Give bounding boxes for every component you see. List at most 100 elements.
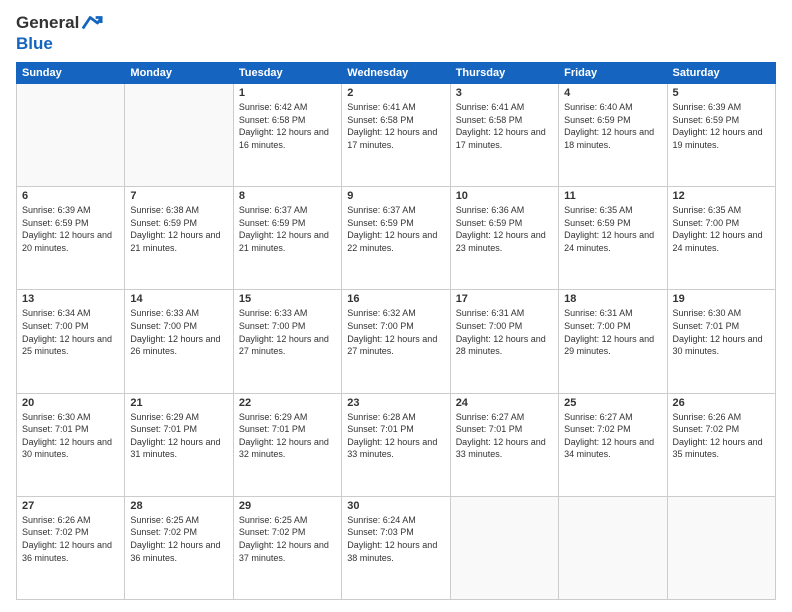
week-row-1: 1 Sunrise: 6:42 AM Sunset: 6:58 PM Daylig… [17, 84, 776, 187]
day-number: 7 [130, 190, 227, 202]
day-number: 15 [239, 293, 336, 305]
day-number: 25 [564, 397, 661, 409]
col-wednesday: Wednesday [342, 63, 450, 84]
day-info: Sunrise: 6:32 AM Sunset: 7:00 PM Dayligh… [347, 307, 444, 357]
day-info: Sunrise: 6:42 AM Sunset: 6:58 PM Dayligh… [239, 101, 336, 151]
day-number: 21 [130, 397, 227, 409]
calendar-cell: 8 Sunrise: 6:37 AM Sunset: 6:59 PM Daylig… [233, 187, 341, 290]
day-number: 11 [564, 190, 661, 202]
week-row-3: 13 Sunrise: 6:34 AM Sunset: 7:00 PM Dayli… [17, 290, 776, 393]
day-info: Sunrise: 6:29 AM Sunset: 7:01 PM Dayligh… [130, 411, 227, 461]
calendar-cell: 16 Sunrise: 6:32 AM Sunset: 7:00 PM Dayli… [342, 290, 450, 393]
calendar-cell: 21 Sunrise: 6:29 AM Sunset: 7:01 PM Dayli… [125, 393, 233, 496]
day-info: Sunrise: 6:31 AM Sunset: 7:00 PM Dayligh… [456, 307, 553, 357]
calendar-table: Sunday Monday Tuesday Wednesday Thursday… [16, 62, 776, 600]
day-number: 28 [130, 500, 227, 512]
day-number: 2 [347, 87, 444, 99]
col-saturday: Saturday [667, 63, 775, 84]
day-number: 13 [22, 293, 119, 305]
calendar-cell [17, 84, 125, 187]
calendar-cell: 14 Sunrise: 6:33 AM Sunset: 7:00 PM Dayli… [125, 290, 233, 393]
day-number: 5 [673, 87, 770, 99]
col-monday: Monday [125, 63, 233, 84]
calendar-cell [559, 496, 667, 599]
logo-blue-text: Blue [16, 34, 103, 54]
day-number: 10 [456, 190, 553, 202]
calendar-cell: 5 Sunrise: 6:39 AM Sunset: 6:59 PM Daylig… [667, 84, 775, 187]
day-info: Sunrise: 6:34 AM Sunset: 7:00 PM Dayligh… [22, 307, 119, 357]
day-number: 6 [22, 190, 119, 202]
day-info: Sunrise: 6:31 AM Sunset: 7:00 PM Dayligh… [564, 307, 661, 357]
day-info: Sunrise: 6:28 AM Sunset: 7:01 PM Dayligh… [347, 411, 444, 461]
day-number: 14 [130, 293, 227, 305]
day-number: 22 [239, 397, 336, 409]
calendar-cell: 20Sunrise: 6:30 AM Sunset: 7:01 PM Dayli… [17, 393, 125, 496]
calendar-cell: 25 Sunrise: 6:27 AM Sunset: 7:02 PM Dayli… [559, 393, 667, 496]
calendar-cell: 3 Sunrise: 6:41 AM Sunset: 6:58 PM Daylig… [450, 84, 558, 187]
page: General Blue Sunday Monday Tuesday Wedne… [0, 0, 792, 612]
day-info: Sunrise: 6:29 AM Sunset: 7:01 PM Dayligh… [239, 411, 336, 461]
calendar-cell: 26 Sunrise: 6:26 AM Sunset: 7:02 PM Dayli… [667, 393, 775, 496]
day-number: 8 [239, 190, 336, 202]
day-info: Sunrise: 6:35 AM Sunset: 6:59 PM Dayligh… [564, 204, 661, 254]
day-info: Sunrise: 6:36 AM Sunset: 6:59 PM Dayligh… [456, 204, 553, 254]
calendar-cell: 6 Sunrise: 6:39 AM Sunset: 6:59 PM Daylig… [17, 187, 125, 290]
day-number: 30 [347, 500, 444, 512]
calendar-cell: 27Sunrise: 6:26 AM Sunset: 7:02 PM Dayli… [17, 496, 125, 599]
calendar-cell: 17 Sunrise: 6:31 AM Sunset: 7:00 PM Dayli… [450, 290, 558, 393]
header-row: Sunday Monday Tuesday Wednesday Thursday… [17, 63, 776, 84]
day-info: Sunrise: 6:37 AM Sunset: 6:59 PM Dayligh… [347, 204, 444, 254]
col-friday: Friday [559, 63, 667, 84]
day-number: 9 [347, 190, 444, 202]
calendar-cell: 22 Sunrise: 6:29 AM Sunset: 7:01 PM Dayli… [233, 393, 341, 496]
logo: General Blue [16, 12, 103, 54]
day-number: 20 [22, 397, 119, 409]
calendar-cell: 11 Sunrise: 6:35 AM Sunset: 6:59 PM Dayli… [559, 187, 667, 290]
day-info: Sunrise: 6:33 AM Sunset: 7:00 PM Dayligh… [130, 307, 227, 357]
day-info: Sunrise: 6:41 AM Sunset: 6:58 PM Dayligh… [456, 101, 553, 151]
calendar-cell: 28Sunrise: 6:25 AM Sunset: 7:02 PM Dayli… [125, 496, 233, 599]
calendar-cell [667, 496, 775, 599]
day-number: 23 [347, 397, 444, 409]
calendar-cell: 1 Sunrise: 6:42 AM Sunset: 6:58 PM Daylig… [233, 84, 341, 187]
calendar-cell [125, 84, 233, 187]
day-info: Sunrise: 6:40 AM Sunset: 6:59 PM Dayligh… [564, 101, 661, 151]
day-info: Sunrise: 6:24 AM Sunset: 7:03 PM Dayligh… [347, 514, 444, 564]
calendar-cell: 24 Sunrise: 6:27 AM Sunset: 7:01 PM Dayli… [450, 393, 558, 496]
day-number: 26 [673, 397, 770, 409]
day-number: 3 [456, 87, 553, 99]
day-number: 29 [239, 500, 336, 512]
calendar-cell: 15 Sunrise: 6:33 AM Sunset: 7:00 PM Dayli… [233, 290, 341, 393]
day-info: Sunrise: 6:37 AM Sunset: 6:59 PM Dayligh… [239, 204, 336, 254]
day-info: Sunrise: 6:39 AM Sunset: 6:59 PM Dayligh… [22, 204, 119, 254]
col-sunday: Sunday [17, 63, 125, 84]
day-number: 18 [564, 293, 661, 305]
day-number: 17 [456, 293, 553, 305]
day-info: Sunrise: 6:41 AM Sunset: 6:58 PM Dayligh… [347, 101, 444, 151]
calendar-cell: 23 Sunrise: 6:28 AM Sunset: 7:01 PM Dayli… [342, 393, 450, 496]
day-number: 12 [673, 190, 770, 202]
week-row-4: 20Sunrise: 6:30 AM Sunset: 7:01 PM Dayli… [17, 393, 776, 496]
calendar-cell: 19 Sunrise: 6:30 AM Sunset: 7:01 PM Dayli… [667, 290, 775, 393]
calendar-cell: 30 Sunrise: 6:24 AM Sunset: 7:03 PM Dayli… [342, 496, 450, 599]
day-info: Sunrise: 6:33 AM Sunset: 7:00 PM Dayligh… [239, 307, 336, 357]
day-info: Sunrise: 6:39 AM Sunset: 6:59 PM Dayligh… [673, 101, 770, 151]
day-number: 19 [673, 293, 770, 305]
logo-icon [81, 12, 103, 34]
day-info: Sunrise: 6:38 AM Sunset: 6:59 PM Dayligh… [130, 204, 227, 254]
week-row-5: 27Sunrise: 6:26 AM Sunset: 7:02 PM Dayli… [17, 496, 776, 599]
calendar-cell: 13 Sunrise: 6:34 AM Sunset: 7:00 PM Dayli… [17, 290, 125, 393]
logo-general-text: General [16, 13, 79, 33]
day-number: 1 [239, 87, 336, 99]
day-number: 24 [456, 397, 553, 409]
calendar-cell: 4Sunrise: 6:40 AM Sunset: 6:59 PM Daylig… [559, 84, 667, 187]
day-info: Sunrise: 6:30 AM Sunset: 7:01 PM Dayligh… [673, 307, 770, 357]
day-info: Sunrise: 6:27 AM Sunset: 7:02 PM Dayligh… [564, 411, 661, 461]
day-info: Sunrise: 6:27 AM Sunset: 7:01 PM Dayligh… [456, 411, 553, 461]
calendar-cell: 2 Sunrise: 6:41 AM Sunset: 6:58 PM Daylig… [342, 84, 450, 187]
day-info: Sunrise: 6:26 AM Sunset: 7:02 PM Dayligh… [673, 411, 770, 461]
calendar-cell: 12Sunrise: 6:35 AM Sunset: 7:00 PM Dayli… [667, 187, 775, 290]
calendar-cell: 10 Sunrise: 6:36 AM Sunset: 6:59 PM Dayli… [450, 187, 558, 290]
week-row-2: 6 Sunrise: 6:39 AM Sunset: 6:59 PM Daylig… [17, 187, 776, 290]
day-number: 16 [347, 293, 444, 305]
